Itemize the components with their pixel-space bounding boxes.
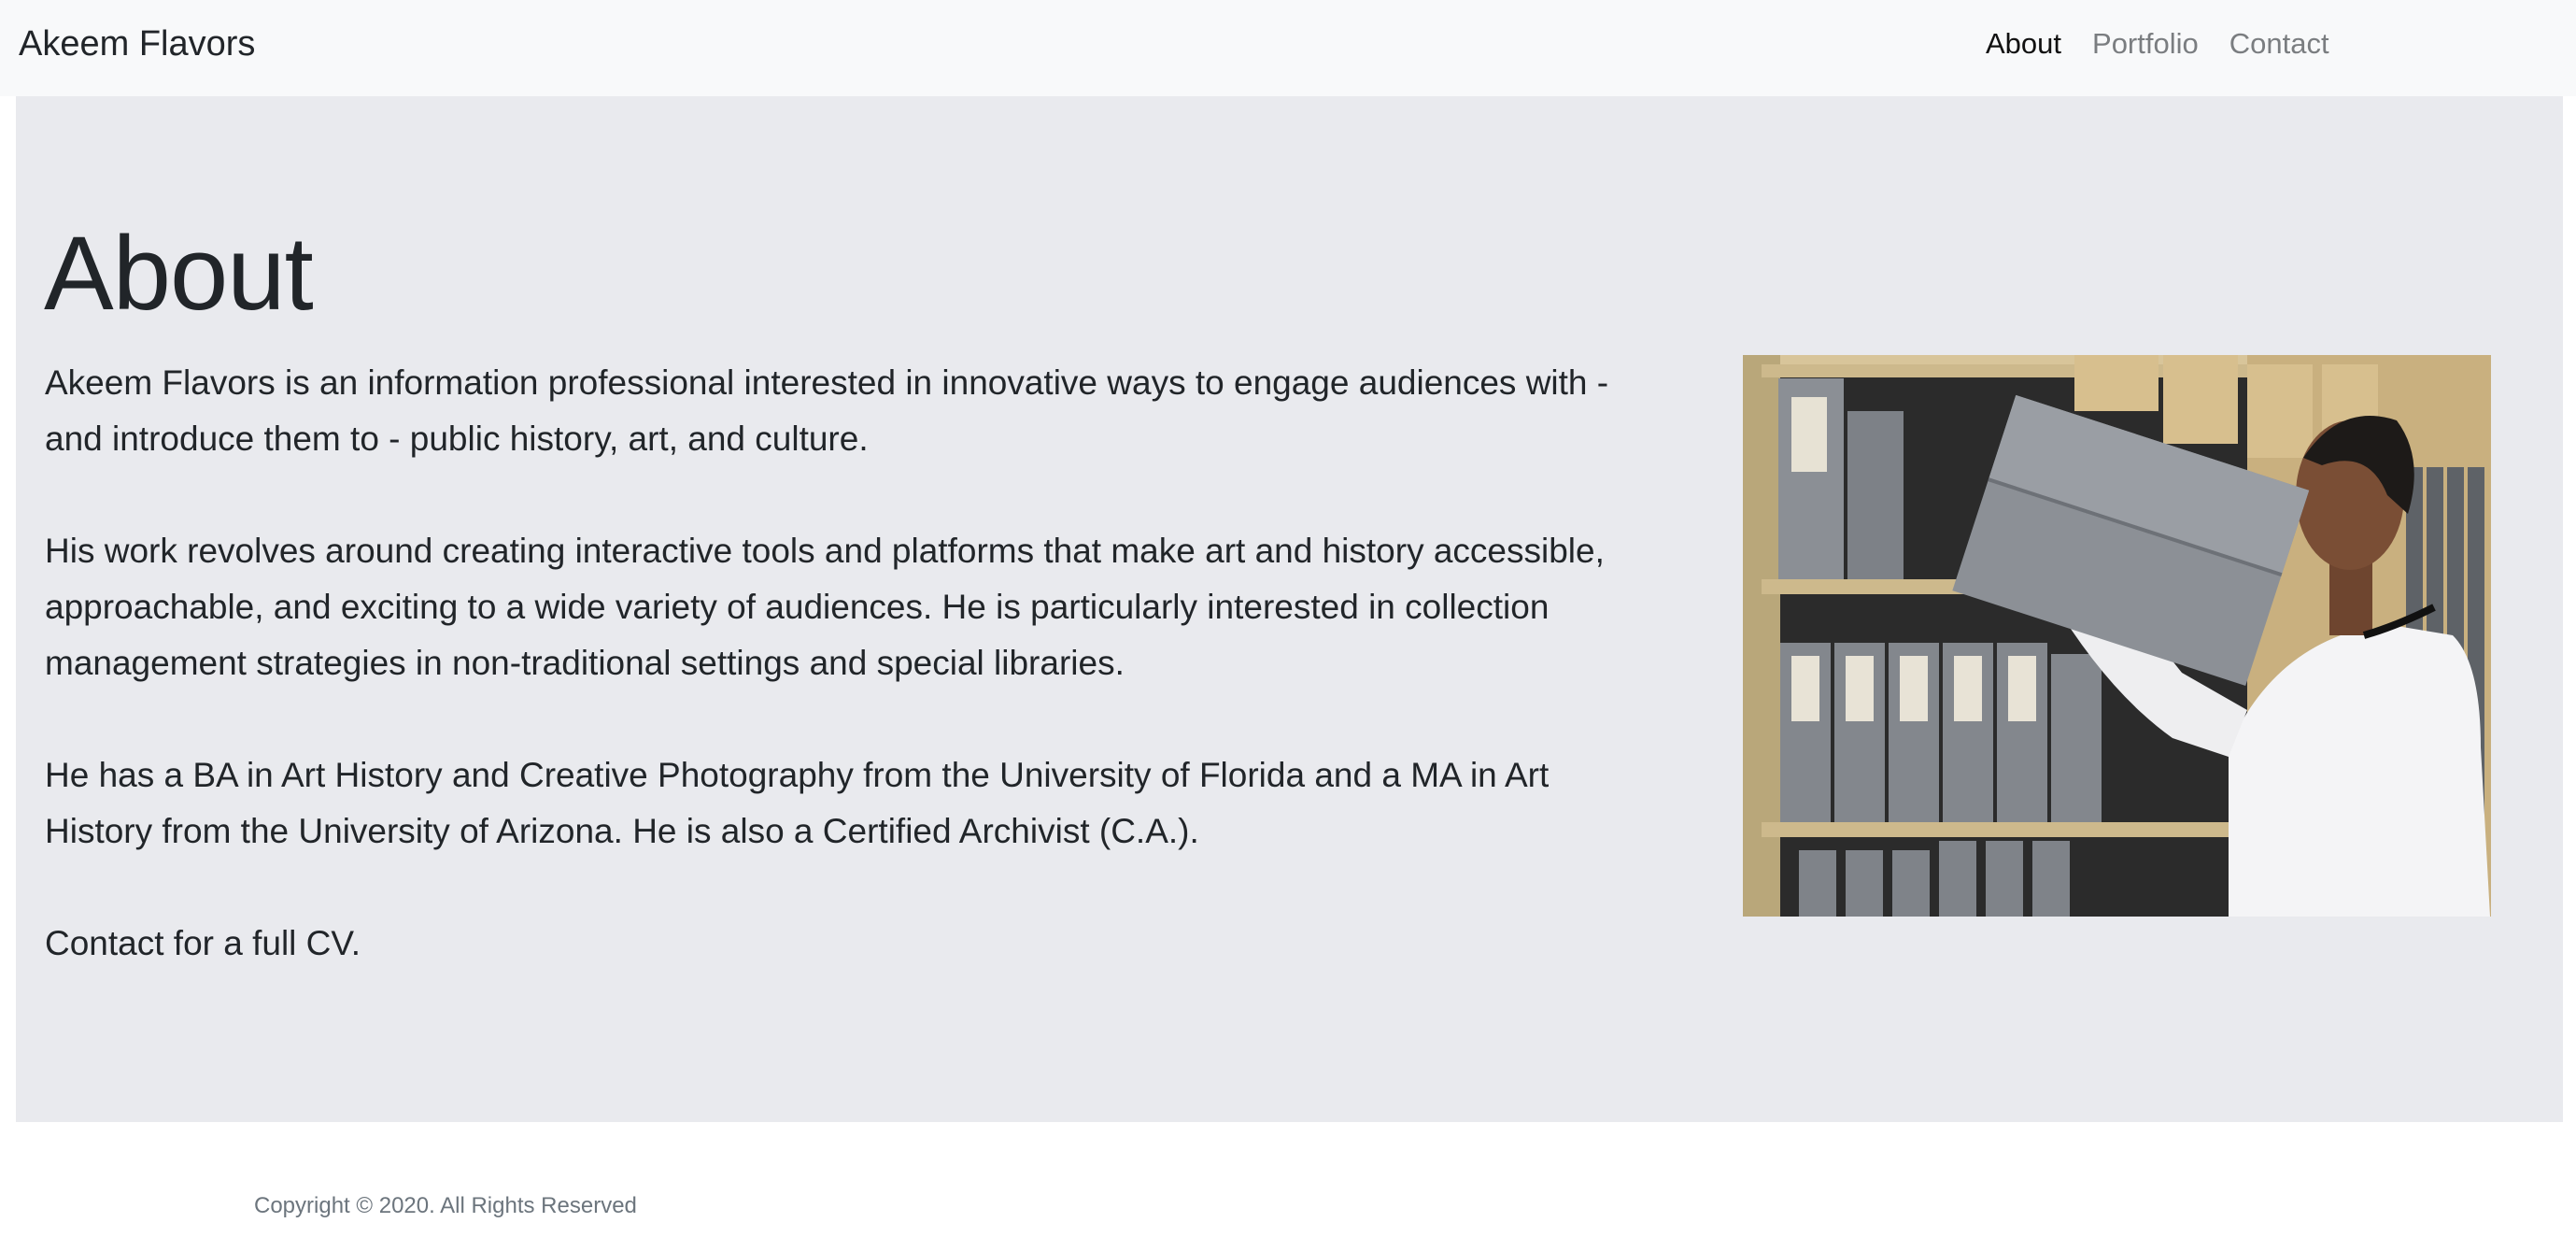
navbar: Akeem Flavors About Portfolio Contact xyxy=(0,0,2576,96)
about-section: About Akeem Flavors is an information pr… xyxy=(16,96,2563,1122)
bio-paragraph-3: He has a BA in Art History and Creative … xyxy=(45,756,1550,850)
brand-link[interactable]: Akeem Flavors xyxy=(19,21,255,67)
bio-paragraph-2: His work revolves around creating intera… xyxy=(45,532,1605,682)
nav-link-contact[interactable]: Contact xyxy=(2229,21,2329,67)
nav-link-about[interactable]: About xyxy=(1986,21,2061,67)
nav-link-portfolio[interactable]: Portfolio xyxy=(2092,21,2199,67)
page-title: About xyxy=(44,215,314,332)
nav-links: About Portfolio Contact xyxy=(1986,21,2360,67)
bio-paragraph-4: Contact for a full CV. xyxy=(45,924,361,962)
footer-copyright: Copyright © 2020. All Rights Reserved xyxy=(254,1193,637,1218)
archivist-photo xyxy=(1743,355,2491,917)
bio-paragraph-1: Akeem Flavors is an information professi… xyxy=(45,363,1609,458)
bio-text: Akeem Flavors is an information professi… xyxy=(45,355,1661,972)
